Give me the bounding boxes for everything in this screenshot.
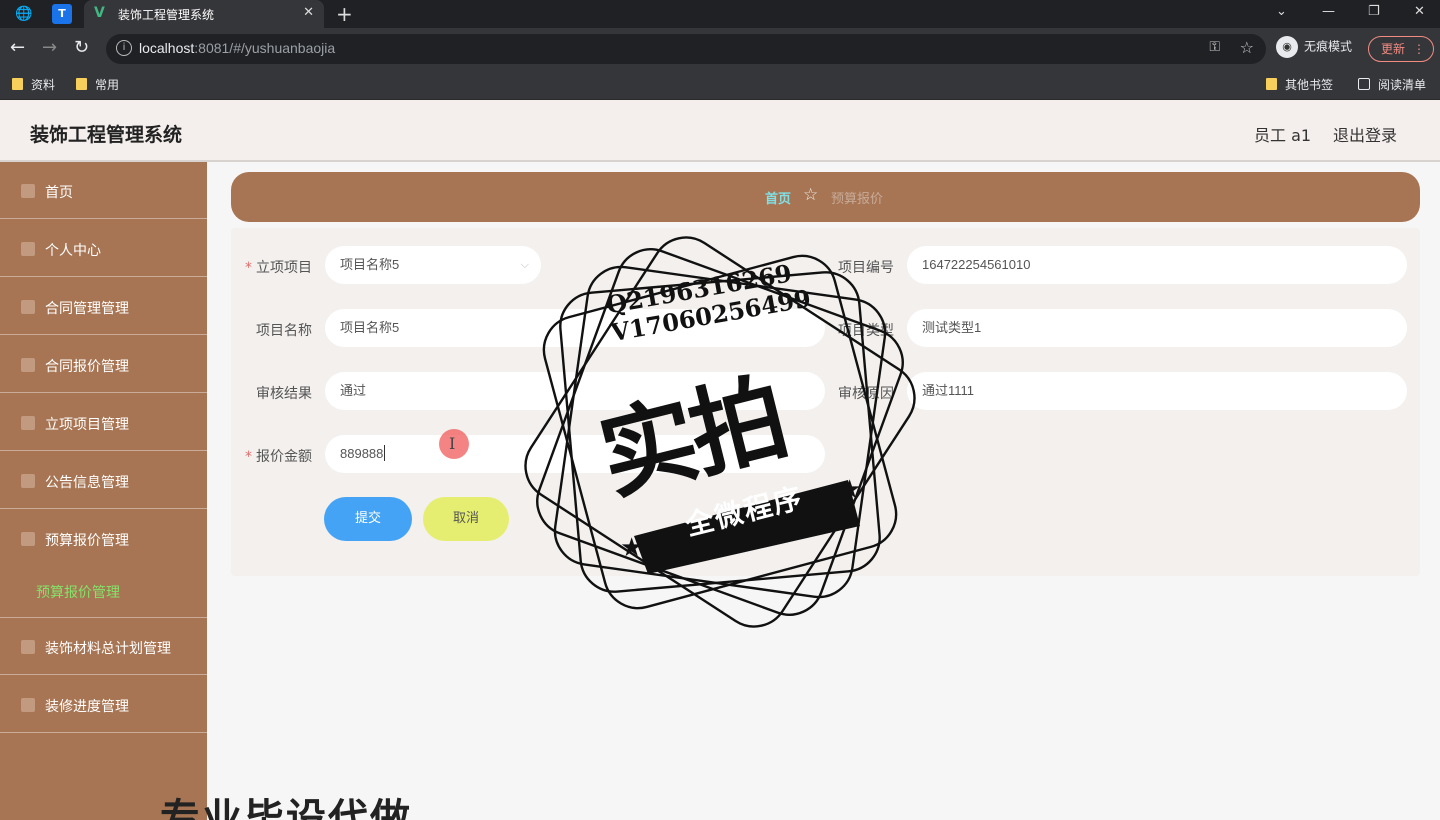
app-tab-icon[interactable]: T xyxy=(52,4,72,24)
logout-link[interactable]: 退出登录 xyxy=(1333,122,1397,146)
current-user: 员工 a1 xyxy=(1254,126,1312,145)
menu-dots-icon: ⋮ xyxy=(1413,42,1425,56)
app-title: 装饰工程管理系统 xyxy=(30,124,183,146)
bookmark-star-icon[interactable]: ☆ xyxy=(1240,38,1254,57)
folder-icon xyxy=(1266,78,1277,90)
reading-list[interactable]: 阅读清单 xyxy=(1358,76,1426,93)
folder-icon xyxy=(76,78,87,90)
review-reason-field[interactable]: 通过1111 xyxy=(907,372,1407,410)
budget-icon xyxy=(21,532,35,546)
browser-tab-bar: 🌐 T V 装饰工程管理系统 ✕ + ⌄ — ❐ ✕ xyxy=(0,0,1440,28)
price-label: * 报价金额 xyxy=(245,449,312,465)
svg-text:★: ★ xyxy=(620,533,643,563)
chart-icon xyxy=(21,698,35,712)
breadcrumb-current: 预算报价 xyxy=(831,192,884,207)
url-text: localhost:8081/#/yushuanbaojia xyxy=(139,40,336,56)
close-tab-icon[interactable]: ✕ xyxy=(303,5,314,20)
review-result-label: 审核结果 xyxy=(256,386,312,402)
bookmark-folder-0[interactable]: 资料 xyxy=(12,76,55,93)
sidebar-item-material[interactable]: 装饰材料总计划管理 xyxy=(0,618,207,675)
minimize-icon[interactable]: — xyxy=(1322,4,1335,19)
sidebar-item-personal[interactable]: 个人中心 xyxy=(0,220,207,277)
close-window-icon[interactable]: ✕ xyxy=(1414,4,1425,19)
globe-icon[interactable]: 🌐 xyxy=(14,4,34,24)
user-icon xyxy=(21,242,35,256)
project-label: * 立项项目 xyxy=(245,260,312,276)
tab-search-icon[interactable]: ⌄ xyxy=(1276,4,1287,19)
breadcrumb: 首页 ☆ 预算报价 xyxy=(231,172,1420,222)
cancel-button[interactable]: 取消 xyxy=(423,497,509,541)
vue-logo-icon: V xyxy=(94,5,105,21)
key-icon[interactable]: ⚿ xyxy=(1209,39,1220,55)
info-icon[interactable]: i xyxy=(116,40,132,56)
active-tab[interactable]: V 装饰工程管理系统 ✕ xyxy=(84,0,324,28)
contract-icon xyxy=(21,300,35,314)
url-field[interactable]: i localhost:8081/#/yushuanbaojia ⚿ ☆ xyxy=(106,34,1266,64)
list-icon xyxy=(21,358,35,372)
notice-icon xyxy=(21,474,35,488)
svg-text:★: ★ xyxy=(838,475,861,505)
incognito-indicator[interactable]: ◉ 无痕模式 xyxy=(1276,36,1352,58)
project-name-label: 项目名称 xyxy=(256,323,312,339)
update-button[interactable]: 更新 ⋮ xyxy=(1368,36,1434,62)
sidebar-item-home[interactable]: 首页 xyxy=(0,162,207,219)
project-type-field[interactable]: 测试类型1 xyxy=(907,309,1407,347)
bottom-watermark: 专业毕设代做 xyxy=(160,796,412,820)
bookmark-folder-1[interactable]: 常用 xyxy=(76,76,119,93)
project-select[interactable]: 项目名称5 ⌵ xyxy=(325,246,541,284)
sidebar-item-project[interactable]: 立项项目管理 xyxy=(0,394,207,451)
new-tab-icon[interactable]: + xyxy=(336,2,353,26)
breadcrumb-home[interactable]: 首页 xyxy=(765,188,791,207)
home-icon xyxy=(21,184,35,198)
restore-icon[interactable]: ❐ xyxy=(1368,4,1380,19)
sidebar-item-notice[interactable]: 公告信息管理 xyxy=(0,452,207,509)
tab-title: 装饰工程管理系统 xyxy=(118,8,215,22)
sidebar-subitem-budget[interactable]: 预算报价管理 xyxy=(36,582,120,602)
back-icon[interactable]: ← xyxy=(10,37,25,58)
project-no-field[interactable]: 164722254561010 xyxy=(907,246,1407,284)
other-bookmarks[interactable]: 其他书签 xyxy=(1266,76,1333,93)
submit-button[interactable]: 提交 xyxy=(324,497,412,541)
sidebar-item-progress[interactable]: 装修进度管理 xyxy=(0,676,207,733)
star-icon: ☆ xyxy=(803,185,819,205)
folder-icon xyxy=(12,78,23,90)
ibeam-cursor-icon: I xyxy=(449,434,456,453)
address-bar: ← → ↻ i localhost:8081/#/yushuanbaojia ⚿… xyxy=(0,28,1440,70)
incognito-icon: ◉ xyxy=(1276,36,1298,58)
bookmarks-bar: 资料 常用 其他书签 阅读清单 xyxy=(0,70,1440,100)
reload-icon[interactable]: ↻ xyxy=(74,37,89,58)
sidebar-item-contract-quote[interactable]: 合同报价管理 xyxy=(0,336,207,393)
sidebar-item-contract[interactable]: 合同管理管理 xyxy=(0,278,207,335)
app-header: 装饰工程管理系统 员工 a1 退出登录 xyxy=(0,100,1440,162)
doc-icon xyxy=(21,416,35,430)
forward-icon[interactable]: → xyxy=(42,37,57,58)
text-caret xyxy=(384,445,386,461)
reading-list-icon xyxy=(1358,78,1370,90)
material-icon xyxy=(21,640,35,654)
sidebar: 首页 个人中心 合同管理管理 合同报价管理 立项项目管理 公告信息管理 预算报价… xyxy=(0,162,207,820)
